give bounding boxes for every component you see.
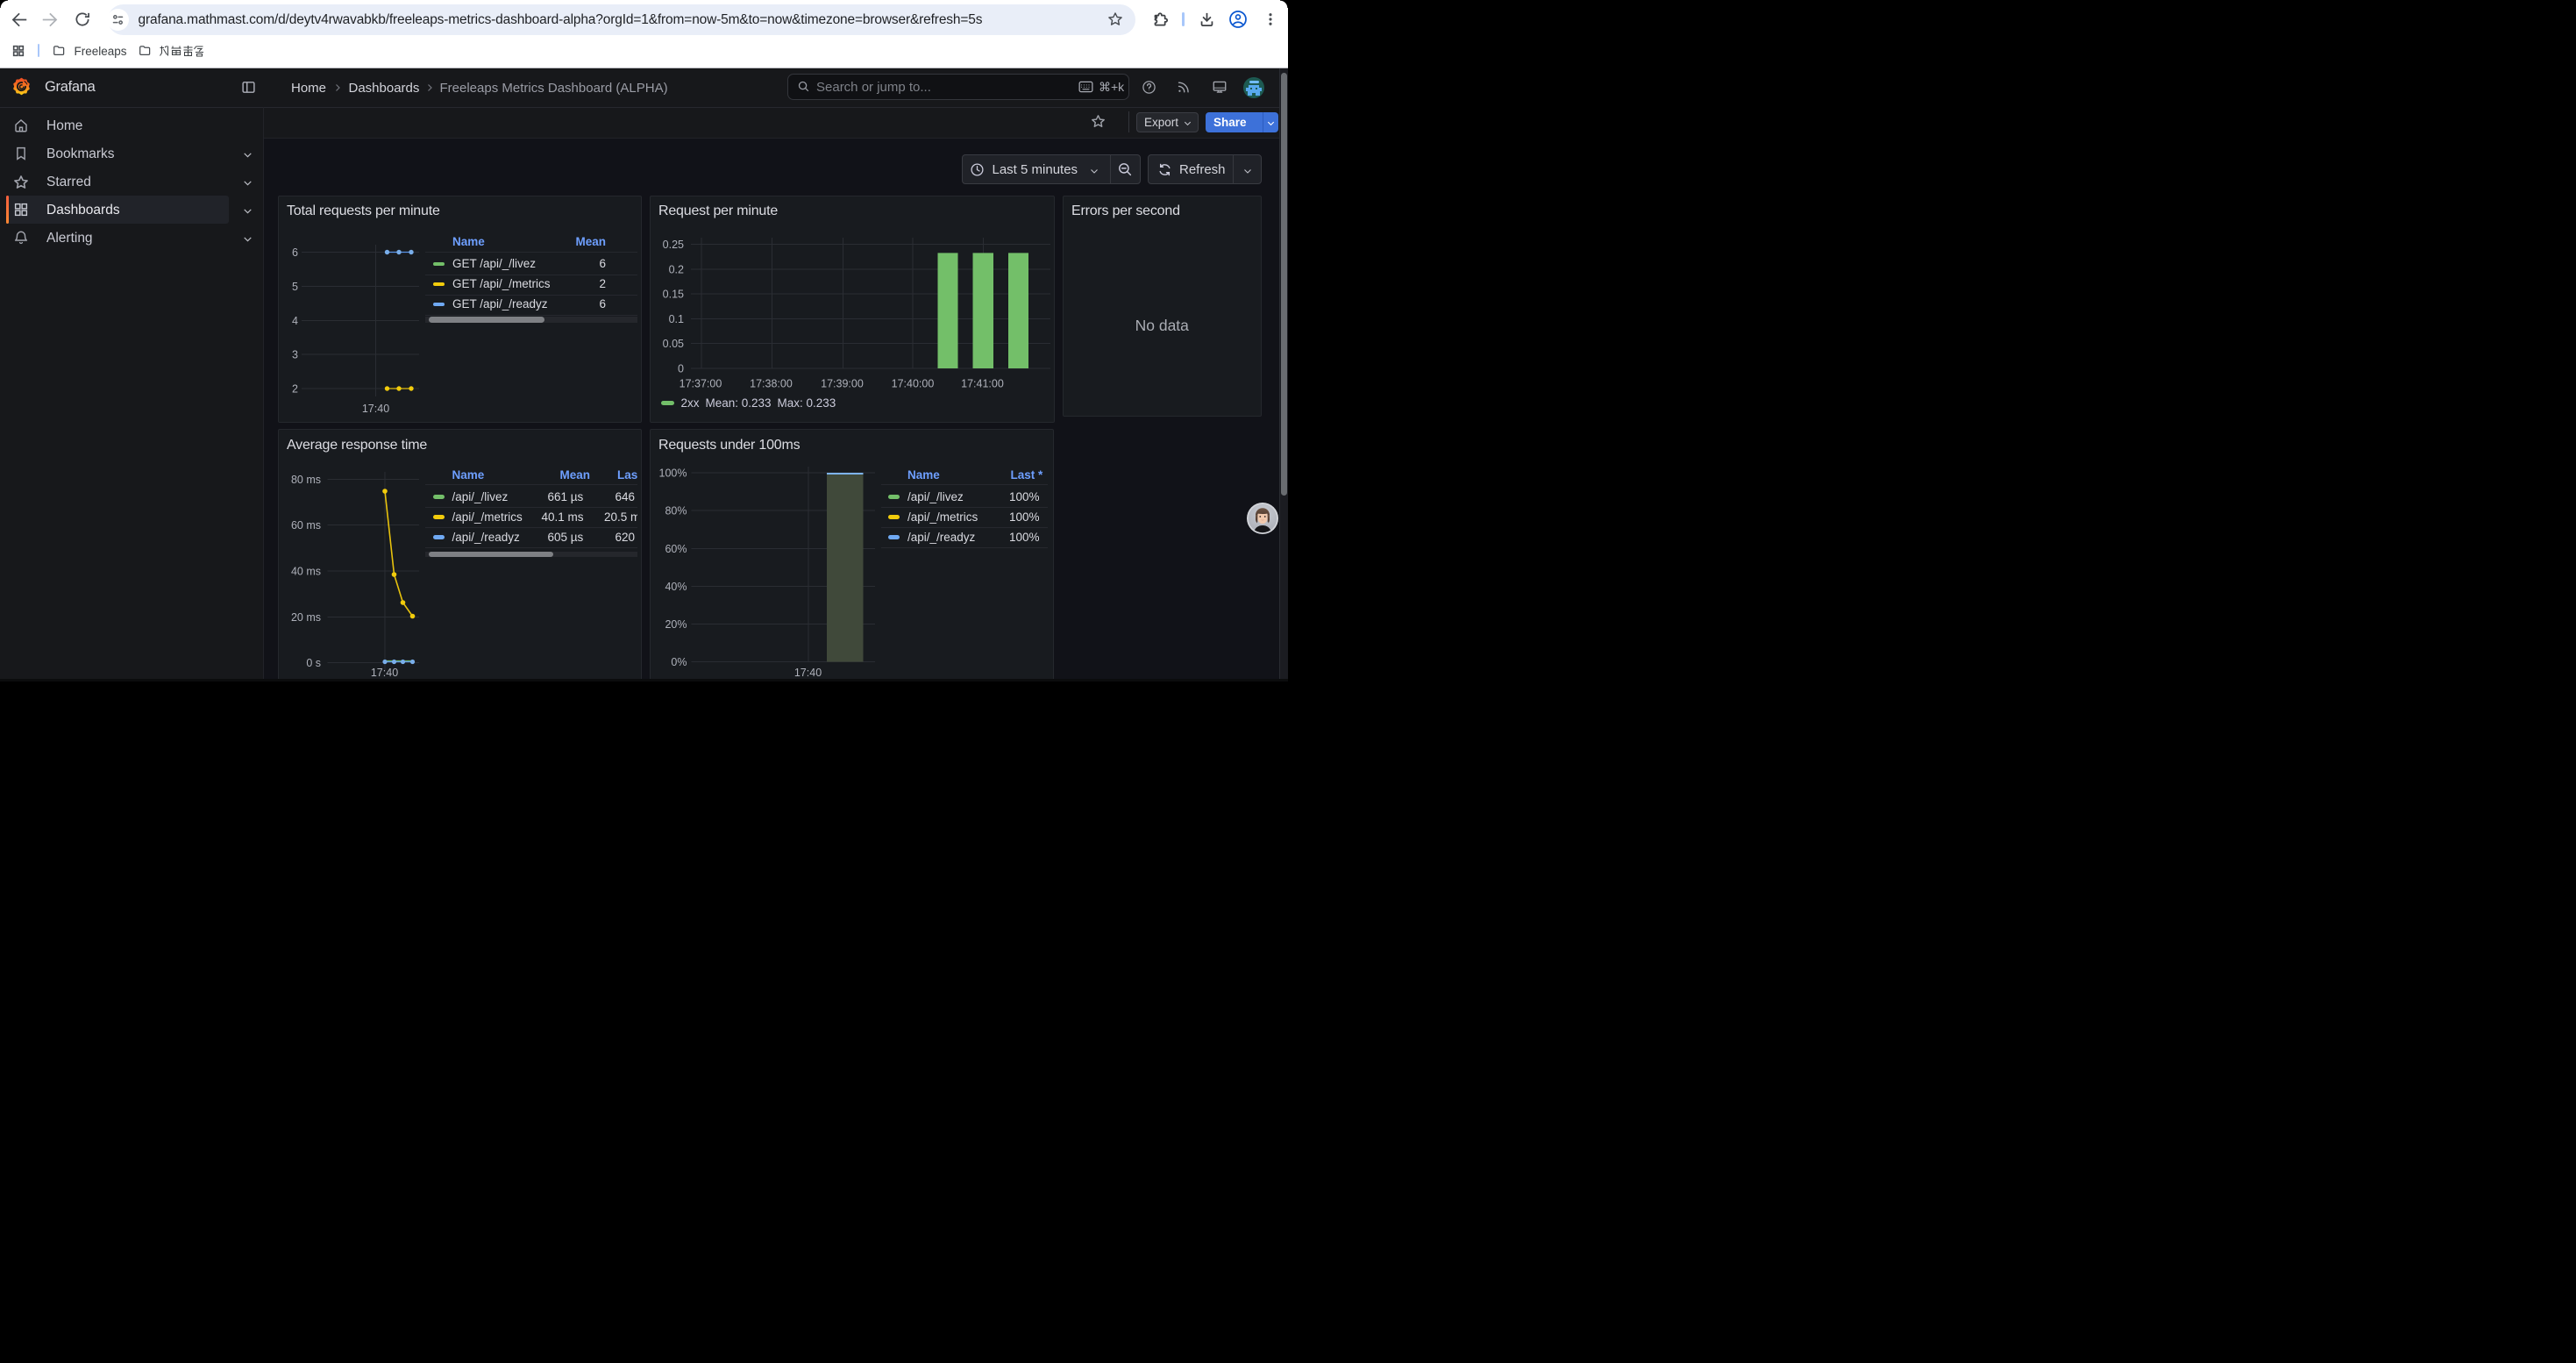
svg-text:0.25: 0.25 xyxy=(662,239,683,251)
svg-text:0.05: 0.05 xyxy=(662,338,683,350)
svg-text:17:40: 17:40 xyxy=(361,403,388,415)
svg-text:17:40: 17:40 xyxy=(370,667,397,679)
svg-text:40%: 40% xyxy=(665,581,687,593)
svg-text:80 ms: 80 ms xyxy=(290,474,320,486)
svg-text:17:41:00: 17:41:00 xyxy=(961,378,1004,390)
svg-text:17:40:00: 17:40:00 xyxy=(891,378,934,390)
svg-text:17:39:00: 17:39:00 xyxy=(821,378,864,390)
svg-text:100%: 100% xyxy=(658,467,687,479)
svg-text:6: 6 xyxy=(292,246,298,259)
svg-text:17:37:00: 17:37:00 xyxy=(679,378,722,390)
svg-text:0.1: 0.1 xyxy=(668,313,683,325)
svg-text:0%: 0% xyxy=(671,656,687,668)
svg-text:0 s: 0 s xyxy=(306,657,321,669)
svg-text:4: 4 xyxy=(292,315,298,327)
svg-text:0: 0 xyxy=(678,363,684,375)
svg-text:0.15: 0.15 xyxy=(662,289,683,301)
svg-text:3: 3 xyxy=(292,349,298,361)
svg-text:5: 5 xyxy=(292,281,298,293)
svg-text:20 ms: 20 ms xyxy=(290,611,320,624)
svg-text:0.2: 0.2 xyxy=(668,263,683,275)
svg-text:40 ms: 40 ms xyxy=(290,565,320,577)
svg-text:60 ms: 60 ms xyxy=(290,519,320,532)
svg-text:20%: 20% xyxy=(665,618,687,631)
svg-text:17:38:00: 17:38:00 xyxy=(750,378,793,390)
svg-text:2: 2 xyxy=(292,383,298,396)
svg-text:60%: 60% xyxy=(665,543,687,555)
svg-text:17:40: 17:40 xyxy=(793,667,821,679)
svg-text:80%: 80% xyxy=(665,504,687,517)
